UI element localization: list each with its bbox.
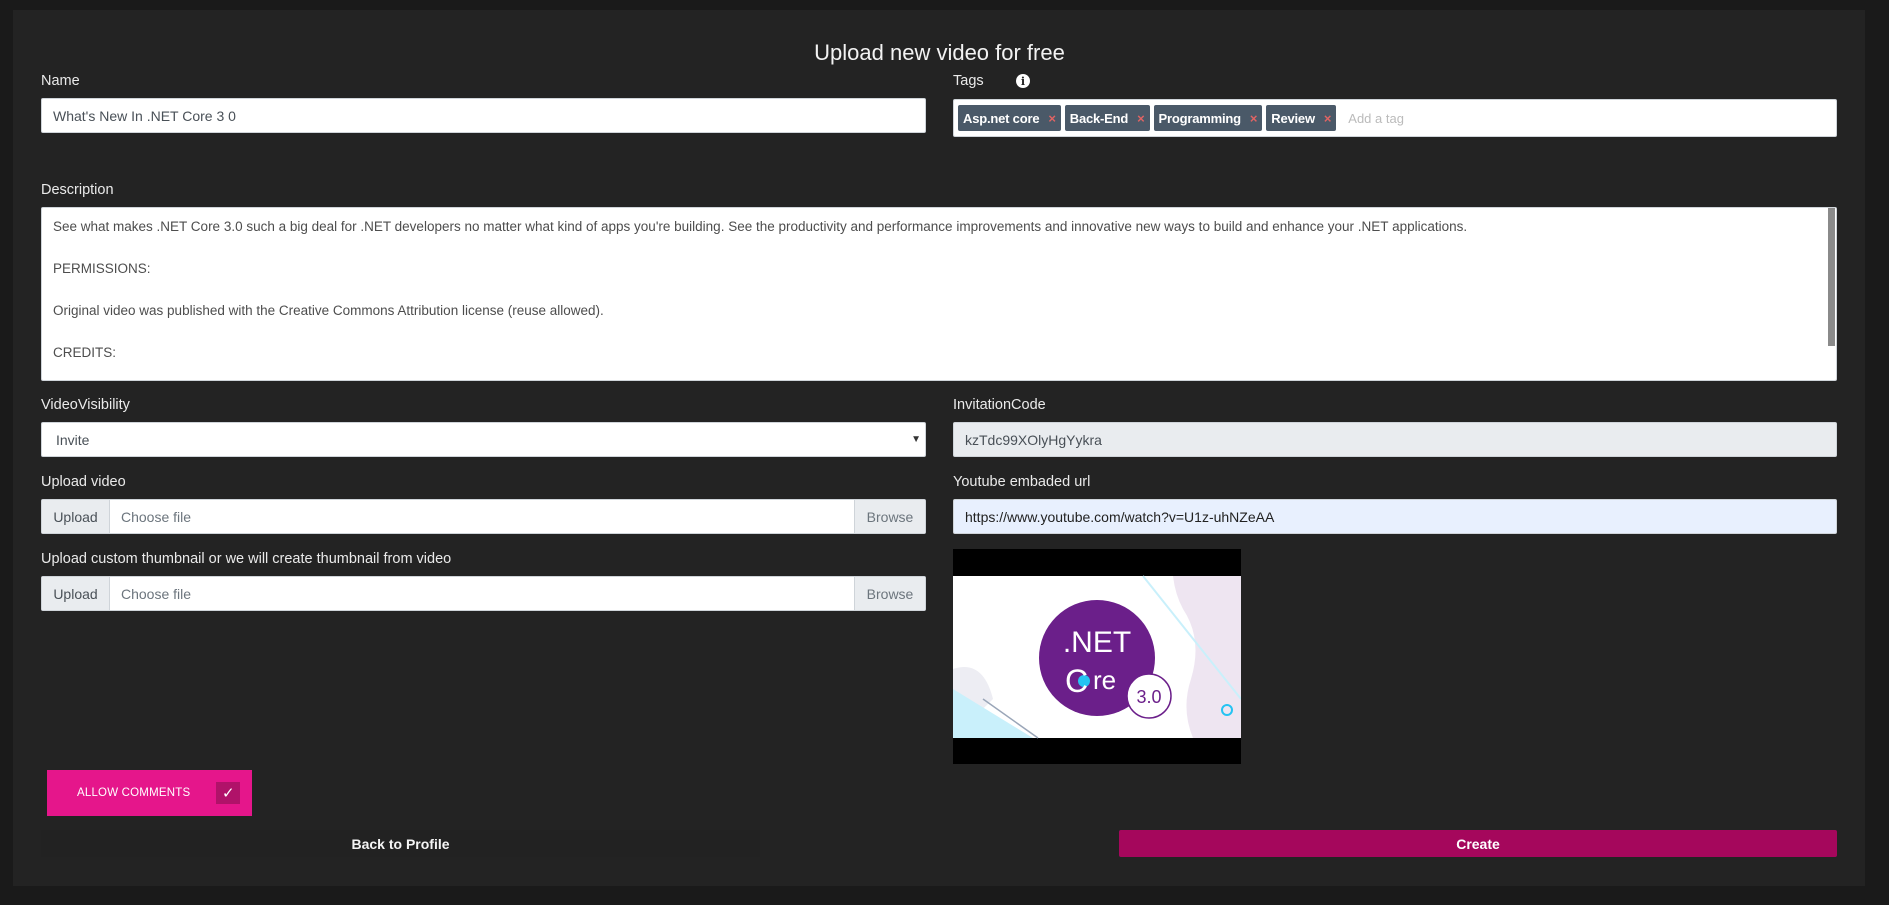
tag-label: Asp.net core	[963, 110, 1040, 126]
description-paragraph: Original video was published with the Cr…	[53, 303, 604, 318]
invitation-code-value: kzTdc99XOlyHgYykra	[965, 431, 1102, 448]
info-icon[interactable]: i	[1016, 74, 1030, 88]
tag-label: Programming	[1158, 110, 1242, 126]
description-scrollbar[interactable]	[1828, 208, 1835, 346]
upload-video-label: Upload video	[41, 474, 126, 490]
remove-tag-icon[interactable]: ×	[1250, 111, 1258, 126]
tag-label: Review	[1271, 110, 1315, 126]
youtube-url-label: Youtube embaded url	[953, 474, 1091, 490]
upload-prefix: Upload	[42, 500, 110, 533]
tag-label: Back-End	[1069, 110, 1129, 126]
tag-chip: Asp.net core ×	[958, 105, 1061, 131]
core-c-text: C	[1065, 663, 1088, 699]
choose-file-text[interactable]: Choose file	[110, 500, 854, 533]
name-input[interactable]: What's New In .NET Core 3 0	[41, 98, 926, 133]
tag-chip: Review ×	[1266, 105, 1337, 131]
allow-comments-label: ALLOW COMMENTS	[77, 787, 191, 799]
add-tag-input[interactable]: Add a tag	[1348, 111, 1404, 126]
invitation-code-field: kzTdc99XOlyHgYykra	[953, 422, 1837, 457]
youtube-url-value: https://www.youtube.com/watch?v=U1z-uhNZ…	[965, 508, 1275, 525]
description-paragraph: See what makes .NET Core 3.0 such a big …	[53, 219, 1468, 234]
choose-file-text[interactable]: Choose file	[110, 577, 854, 610]
chevron-down-icon: ▼	[911, 434, 921, 445]
description-label: Description	[41, 182, 114, 198]
invitation-label: InvitationCode	[953, 397, 1046, 413]
youtube-url-input[interactable]: https://www.youtube.com/watch?v=U1z-uhNZ…	[953, 499, 1837, 534]
visibility-selected: Invite	[56, 431, 90, 448]
core-re-text: re	[1093, 665, 1116, 695]
checkmark-icon[interactable]: ✓	[216, 782, 241, 804]
browse-button[interactable]: Browse	[854, 577, 925, 610]
tag-chip: Programming ×	[1153, 105, 1263, 131]
create-button[interactable]: Create	[1119, 830, 1837, 857]
description-paragraph: CREDITS:	[53, 345, 117, 360]
visibility-label: VideoVisibility	[41, 397, 130, 413]
tags-input[interactable]: Asp.net core × Back-End × Programming × …	[953, 99, 1837, 137]
name-label: Name	[41, 73, 80, 89]
dotnet-core-thumbnail: .NET C re 3.0	[953, 575, 1242, 739]
description-textarea[interactable]: See what makes .NET Core 3.0 such a big …	[41, 207, 1837, 381]
remove-tag-icon[interactable]: ×	[1137, 111, 1145, 126]
back-to-profile-button[interactable]: Back to Profile	[41, 830, 760, 857]
allow-comments-toggle[interactable]: ALLOW COMMENTS ✓	[47, 770, 252, 816]
upload-thumbnail-input[interactable]: Upload Choose file Browse	[41, 576, 926, 611]
upload-prefix: Upload	[42, 577, 110, 610]
browse-button[interactable]: Browse	[854, 500, 925, 533]
dotnet-logo-text: .NET	[1063, 626, 1131, 659]
upload-thumbnail-label: Upload custom thumbnail or we will creat…	[41, 551, 452, 567]
tags-label: Tags	[953, 73, 984, 89]
name-input-value: What's New In .NET Core 3 0	[53, 107, 236, 124]
upload-video-input[interactable]: Upload Choose file Browse	[41, 499, 926, 534]
version-text: 3.0	[1136, 687, 1161, 707]
remove-tag-icon[interactable]: ×	[1048, 111, 1056, 126]
visibility-select[interactable]: Invite ▼	[41, 422, 926, 457]
page-title: Upload new video for free	[814, 40, 1065, 65]
remove-tag-icon[interactable]: ×	[1324, 111, 1332, 126]
video-preview[interactable]: .NET C re 3.0	[953, 549, 1242, 764]
tag-chip: Back-End ×	[1064, 105, 1150, 131]
description-paragraph: PERMISSIONS:	[53, 261, 151, 276]
